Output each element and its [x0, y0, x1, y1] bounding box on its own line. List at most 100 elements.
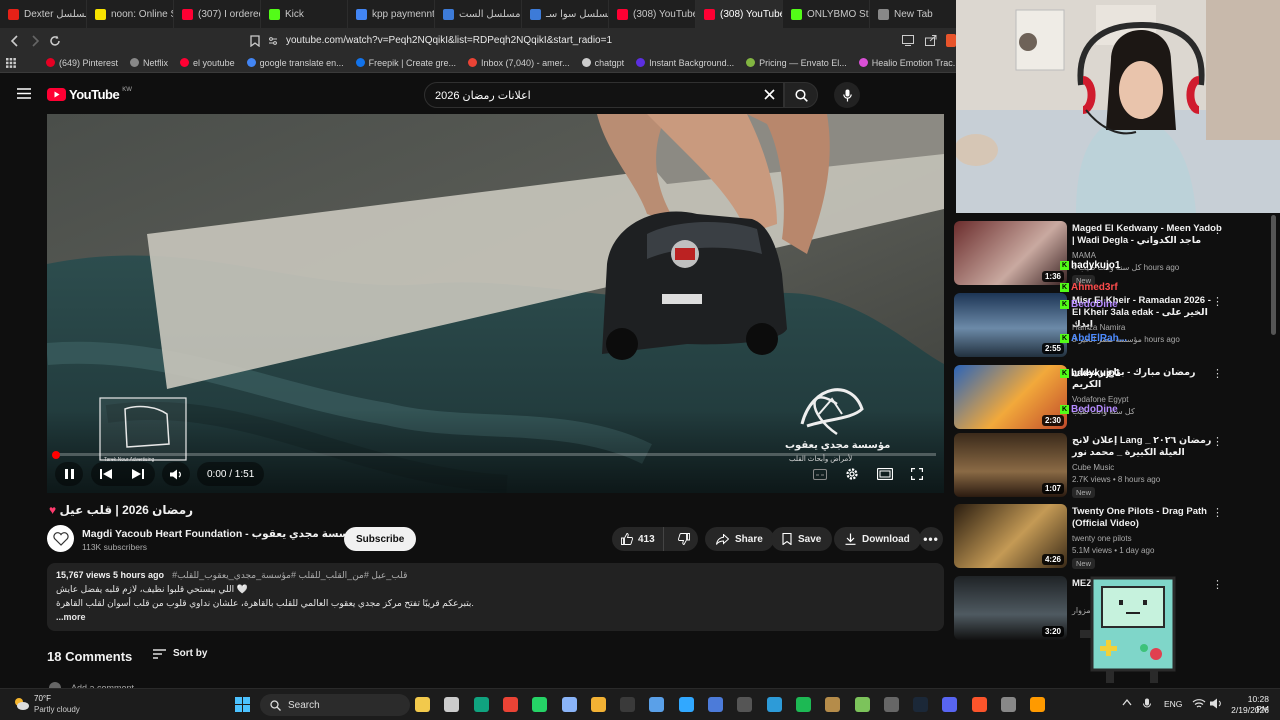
video-thumbnail[interactable]: 2:55 — [954, 293, 1067, 357]
weather-icon[interactable] — [12, 696, 30, 712]
volume-button[interactable] — [162, 462, 190, 486]
search-input[interactable]: اعلانات رمضان 2026 — [424, 82, 784, 108]
whatsapp-icon[interactable] — [532, 697, 548, 712]
bookmark-item[interactable]: el youtube — [174, 58, 241, 68]
pause-button[interactable] — [55, 462, 83, 486]
microphone-tray-icon[interactable] — [1143, 698, 1151, 711]
browser-tab[interactable]: مسلسل الست — [435, 0, 522, 28]
bookmark-item[interactable]: (649) Pinterest — [40, 58, 124, 68]
theater-mode-icon[interactable] — [877, 468, 893, 480]
more-vertical-icon[interactable]: ⋮ — [1212, 578, 1223, 592]
save-button[interactable]: Save — [771, 527, 833, 551]
voice-search-button[interactable] — [834, 82, 860, 108]
brave-icon[interactable] — [971, 697, 987, 712]
task-view-icon[interactable] — [444, 697, 460, 712]
progress-scrubber[interactable] — [52, 451, 60, 459]
video-player[interactable]: مؤسسة مجدي يعقوب لأمراض وأبحاث القلب Tar… — [47, 114, 944, 493]
more-vertical-icon[interactable]: ⋮ — [1212, 223, 1223, 237]
sort-comments-button[interactable]: Sort by — [153, 648, 207, 659]
channel-avatar[interactable] — [47, 525, 74, 552]
camera-icon[interactable] — [561, 697, 577, 712]
hashtags[interactable]: #قلب_عيل #من_القلب_للقلب #مؤسسة_مجدي_يعق… — [172, 570, 407, 581]
next-icon[interactable] — [132, 468, 144, 480]
taskbar-search[interactable]: Search — [260, 694, 410, 716]
photoshop-icon[interactable] — [678, 697, 694, 712]
settings-gear-icon[interactable] — [845, 467, 859, 481]
clear-search-icon[interactable] — [764, 89, 775, 100]
clock-date[interactable]: 2/19/2026 — [1225, 705, 1269, 715]
download-button[interactable]: Download — [834, 527, 921, 551]
bookmark-item[interactable]: Pricing — Envato El... — [740, 58, 853, 68]
install-app-icon[interactable] — [902, 35, 914, 46]
bookmark-star-icon[interactable] — [245, 31, 265, 51]
recommendation-title[interactable]: Twenty One Pilots - Drag Path (Official … — [1072, 506, 1222, 530]
discord-icon[interactable] — [942, 697, 958, 712]
show-more-link[interactable]: ...more — [56, 612, 935, 622]
share-page-icon[interactable] — [925, 35, 937, 46]
browser-tab[interactable]: Kick — [261, 0, 348, 28]
fullscreen-icon[interactable] — [911, 468, 923, 480]
terminal-icon[interactable] — [620, 697, 636, 712]
browser-tab[interactable]: (308) YouTube — [609, 0, 696, 28]
file-explorer-icon[interactable] — [415, 697, 430, 712]
maps-icon[interactable] — [854, 697, 870, 712]
more-vertical-icon[interactable]: ⋮ — [1212, 295, 1223, 309]
browser-tab[interactable]: ONLYBMO Stre — [783, 0, 870, 28]
store-icon[interactable] — [708, 697, 723, 712]
like-button[interactable]: 413 — [612, 527, 665, 551]
brave-shield-icon[interactable] — [946, 34, 956, 47]
browser-tab[interactable]: kpp paymennt — [348, 0, 435, 28]
wifi-icon[interactable] — [1192, 698, 1206, 709]
spotify-icon[interactable] — [795, 697, 811, 712]
progress-bar[interactable] — [55, 453, 936, 456]
chatgpt-icon[interactable] — [473, 697, 489, 712]
epic-games-icon[interactable] — [737, 697, 753, 712]
browser-tab[interactable]: (307) I ordered — [174, 0, 261, 28]
language-indicator[interactable]: ENG — [1164, 699, 1182, 709]
video-thumbnail[interactable]: 1:36 — [954, 221, 1067, 285]
recommendation-title[interactable]: إعلان لانج Lang رمضان ٢٠٢٦ _ العيلة الكب… — [1072, 435, 1222, 459]
bookmark-item[interactable]: Freepik | Create gre... — [350, 58, 462, 68]
video-thumbnail[interactable]: 3:20 — [954, 576, 1067, 640]
hamburger-menu-icon[interactable] — [17, 88, 31, 99]
url-field[interactable]: youtube.com/watch?v=Peqh2NQqikI&list=RDP… — [268, 31, 888, 50]
back-icon[interactable] — [5, 31, 25, 51]
video-thumbnail[interactable]: 2:30 — [954, 365, 1067, 429]
illustrator-icon[interactable] — [1030, 697, 1046, 712]
speaker-icon[interactable] — [1210, 698, 1223, 709]
bookmark-item[interactable]: Netflix — [124, 58, 174, 68]
browser-tab[interactable]: Dexter مسلسل — [0, 0, 87, 28]
more-vertical-icon[interactable]: ⋮ — [1212, 506, 1223, 520]
more-vertical-icon[interactable]: ⋮ — [1212, 435, 1223, 449]
more-vertical-icon[interactable]: ⋮ — [1212, 367, 1223, 381]
browser-tab[interactable]: noon: Online S — [87, 0, 174, 28]
reload-icon[interactable] — [45, 31, 65, 51]
bookmark-item[interactable]: google translate en... — [241, 58, 350, 68]
steam-icon[interactable] — [913, 697, 929, 712]
previous-icon[interactable] — [100, 468, 112, 480]
notes-icon[interactable] — [825, 697, 841, 712]
edge-icon[interactable] — [766, 697, 782, 712]
subscribe-button[interactable]: Subscribe — [344, 527, 417, 551]
bookmark-item[interactable]: Instant Background... — [630, 58, 740, 68]
share-button[interactable]: Share — [705, 527, 774, 551]
recommendation-item[interactable]: 4:26 Twenty One Pilots - Drag Path (Offic… — [954, 504, 1280, 570]
folder-icon[interactable] — [590, 697, 606, 712]
sidebar-scrollbar[interactable] — [1271, 215, 1276, 335]
video-thumbnail[interactable]: 4:26 — [954, 504, 1067, 568]
apps-grid-icon[interactable] — [0, 57, 22, 68]
youtube-logo[interactable]: YouTube KW — [47, 87, 132, 102]
bookmark-item[interactable]: Healio Emotion Trac... — [853, 58, 956, 68]
chrome-icon[interactable] — [502, 697, 518, 712]
channel-name[interactable]: Magdi Yacoub Heart Foundation - مؤسسة مج… — [82, 528, 376, 540]
bookmark-item[interactable]: chatgpt — [576, 58, 631, 68]
browser-tab[interactable]: (308) YouTube — [696, 0, 783, 28]
site-info-icon[interactable] — [268, 36, 278, 46]
video-thumbnail[interactable]: 1:07 — [954, 433, 1067, 497]
more-actions-button[interactable]: ••• — [919, 527, 943, 551]
description-box[interactable]: 15,767 views 5 hours ago #قلب_عيل #من_ال… — [47, 563, 944, 631]
bookmark-item[interactable]: Inbox (7,040) - amer... — [462, 58, 576, 68]
forward-icon[interactable] — [25, 31, 45, 51]
browser-tab[interactable]: مسلسل سوا سـ — [522, 0, 609, 28]
search-button[interactable] — [784, 82, 818, 108]
